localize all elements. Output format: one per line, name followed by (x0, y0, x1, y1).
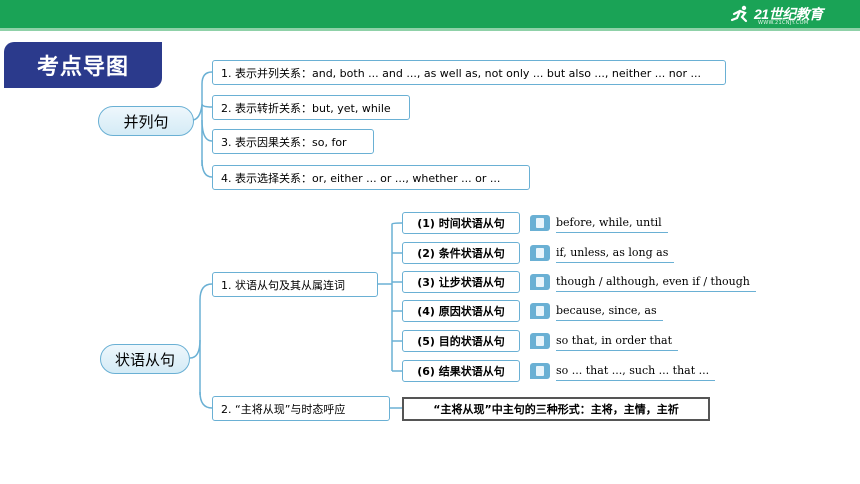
conj-result: so ... that ..., such ... that ... (556, 362, 716, 381)
coordinate-sentence-node: 并列句 (98, 106, 194, 136)
note-badge-icon (530, 274, 550, 290)
adverbial-clause-node: 状语从句 (100, 344, 190, 374)
conj-condition: if, unless, as long as (556, 244, 675, 263)
clause-concession: (3) 让步状语从句 (402, 271, 520, 293)
note-badge-icon (530, 333, 550, 349)
clause-reason: (4) 原因状语从句 (402, 300, 520, 322)
main-future-detail: “主将从现”中主句的三种形式：主将，主情，主祈 (402, 397, 710, 421)
note-badge-icon (530, 303, 550, 319)
conj-time: before, while, until (556, 214, 668, 233)
note-badge-icon (530, 363, 550, 379)
conj-concession: though / although, even if / though (556, 273, 756, 292)
adverbial-branch-2: 2. “主将从现”与时态呼应 (212, 396, 390, 421)
coordinate-item-2: 2. 表示转折关系：but, yet, while (212, 95, 410, 120)
coordinate-item-1: 1. 表示并列关系：and, both ... and ..., as well… (212, 60, 726, 85)
conj-purpose: so that, in order that (556, 332, 679, 351)
clause-time: (1) 时间状语从句 (402, 212, 520, 234)
adverbial-branch-1: 1. 状语从句及其从属连词 (212, 272, 378, 297)
clause-result: (6) 结果状语从句 (402, 360, 520, 382)
clause-condition: (2) 条件状语从句 (402, 242, 520, 264)
coordinate-item-4: 4. 表示选择关系：or, either ... or ..., whether… (212, 165, 530, 190)
conj-reason: because, since, as (556, 302, 663, 321)
clause-purpose: (5) 目的状语从句 (402, 330, 520, 352)
note-badge-icon (530, 245, 550, 261)
note-badge-icon (530, 215, 550, 231)
coordinate-item-3: 3. 表示因果关系：so, for (212, 129, 374, 154)
